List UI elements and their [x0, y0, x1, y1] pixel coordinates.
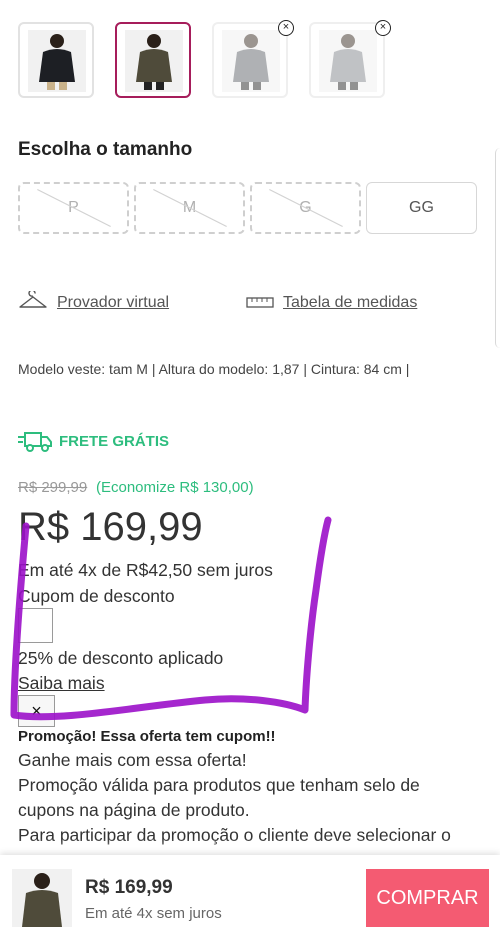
color-option-black[interactable] — [18, 22, 94, 98]
ruler-icon — [246, 297, 274, 308]
free-shipping-label: FRETE GRÁTIS — [59, 433, 170, 450]
cropped-heading — [18, 0, 58, 2]
product-photo — [28, 30, 86, 92]
scroll-edge — [495, 148, 500, 348]
color-option-grey[interactable] — [212, 22, 288, 98]
product-photo — [125, 30, 183, 92]
unavailable-x-icon: × — [278, 20, 294, 36]
hanger-icon — [19, 291, 47, 308]
promo-line: Promoção válida para produtos que tenham… — [18, 775, 420, 795]
size-label: GG — [409, 199, 434, 216]
promo-line: Ganhe mais com essa oferta! — [18, 750, 247, 770]
unavailable-slash — [153, 189, 227, 227]
product-photo — [222, 30, 280, 92]
product-thumbnail — [12, 869, 72, 927]
unavailable-x-icon: × — [375, 20, 391, 36]
product-photo — [319, 30, 377, 92]
model-info: Modelo veste: tam M | Altura do modelo: … — [18, 361, 410, 377]
unavailable-slash — [269, 189, 343, 227]
bottom-purchase-bar: R$ 169,99 Em até 4x sem juros COMPRAR — [0, 855, 500, 941]
bottom-price: R$ 169,99 — [85, 877, 173, 898]
truck-icon — [18, 432, 52, 452]
savings-text: (Economize R$ 130,00) — [96, 479, 254, 496]
size-option-m[interactable]: M — [134, 182, 245, 234]
size-title: Escolha o tamanho — [18, 139, 193, 160]
color-option-light-grey[interactable] — [309, 22, 385, 98]
promo-line: cupons na página de produto. — [18, 800, 250, 820]
purple-highlight-annotation — [10, 516, 332, 721]
virtual-fitting-link[interactable]: Provador virtual — [57, 294, 169, 312]
size-option-g[interactable]: G — [250, 182, 361, 234]
unavailable-slash — [37, 189, 111, 227]
old-price: R$ 299,99 — [18, 479, 88, 496]
size-chart-link[interactable]: Tabela de medidas — [283, 294, 417, 312]
buy-button[interactable]: COMPRAR — [366, 869, 489, 927]
size-option-p[interactable]: P — [18, 182, 129, 234]
size-option-gg[interactable]: GG — [366, 182, 477, 234]
bottom-installments: Em até 4x sem juros — [85, 905, 222, 922]
color-option-olive[interactable] — [115, 22, 191, 98]
